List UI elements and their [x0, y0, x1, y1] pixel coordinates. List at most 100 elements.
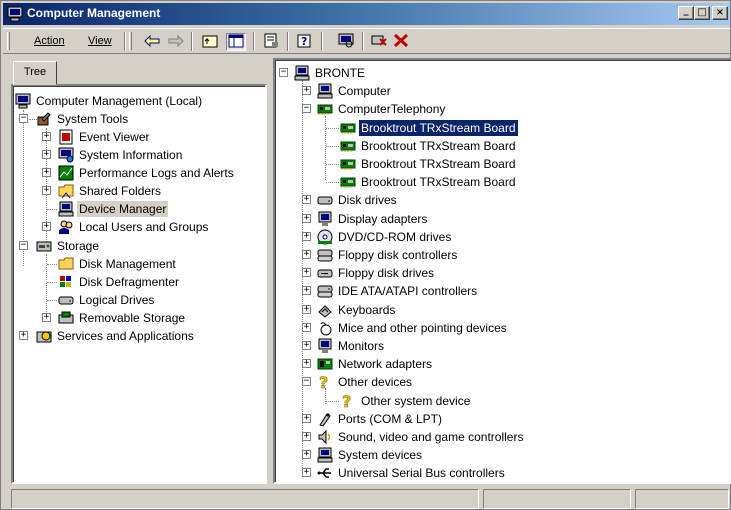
expander-removable-storage[interactable]: +	[42, 313, 51, 322]
toolbar-separator	[321, 32, 323, 51]
tree-item-removable-storage[interactable]: Removable Storage	[58, 309, 187, 327]
device-tree-item-ide-ata-atapi-controllers[interactable]: IDE ATA/ATAPI controllers	[317, 282, 479, 300]
tree-item-logical-drives[interactable]: Logical Drives	[58, 291, 156, 309]
toolbar-separator	[124, 32, 126, 51]
expander-mice-and-other-pointing-devices[interactable]: +	[302, 323, 311, 332]
device-tree-item-system-devices[interactable]: System devices	[317, 446, 424, 464]
expander-event-viewer[interactable]: +	[42, 132, 51, 141]
device-tree-item-network-adapters[interactable]: Network adapters	[317, 355, 434, 373]
expander-services-applications[interactable]: +	[19, 331, 28, 340]
device-tree-item-floppy-disk-controllers[interactable]: Floppy disk controllers	[317, 246, 459, 264]
menu-action[interactable]: Action	[34, 35, 65, 47]
device-tree-item-brooktrout-trxstream-board[interactable]: Brooktrout TRxStream Board	[340, 155, 518, 173]
tree-item-disk-management[interactable]: Disk Management	[58, 255, 178, 273]
up-one-level-button[interactable]	[200, 33, 220, 51]
device-tree-item-monitors[interactable]: Monitors	[317, 337, 386, 355]
device-tree-item-dvd-cd-rom-drives[interactable]: DVD/CD-ROM drives	[317, 228, 453, 246]
device-tree-item-disk-drives[interactable]: Disk drives	[317, 191, 399, 209]
tree-item-system-information[interactable]: System Information	[58, 146, 184, 164]
question-mark-icon: ?	[317, 374, 333, 390]
device-tree-item-keyboards[interactable]: Keyboards	[317, 301, 397, 319]
forward-button[interactable]	[166, 33, 186, 51]
device-tree-item-computertelephony[interactable]: ComputerTelephony	[317, 100, 447, 118]
help-icon: ?	[297, 33, 313, 51]
console-tree-pane[interactable]: Computer Management (Local) − System Too…	[11, 84, 267, 484]
device-tree-item-brooktrout-trxstream-board[interactable]: Brooktrout TRxStream Board	[340, 137, 518, 155]
tree-item-storage[interactable]: Storage	[36, 237, 101, 255]
cdrom-icon	[317, 229, 333, 245]
device-tree-item-other-devices[interactable]: ? Other devices	[317, 373, 414, 391]
expander-bronte[interactable]: −	[279, 68, 288, 77]
toolbar-grip[interactable]	[129, 32, 132, 50]
expander-other-devices[interactable]: −	[302, 377, 311, 386]
help-button[interactable]: ?	[295, 33, 315, 51]
tree-item-computer-management-local[interactable]: Computer Management (Local)	[15, 92, 204, 110]
board-icon	[340, 138, 356, 154]
device-tree-item-other-system-device[interactable]: ? Other system device	[340, 392, 472, 410]
expander-floppy-disk-drives[interactable]: +	[302, 268, 311, 277]
expander-ide-ata-atapi-controllers[interactable]: +	[302, 286, 311, 295]
scan-hardware-button[interactable]	[336, 33, 356, 51]
device-tree-item-computer[interactable]: Computer	[317, 82, 393, 100]
show-hide-tree-button[interactable]	[226, 33, 246, 51]
device-manager-icon	[58, 201, 74, 217]
computer-icon	[317, 83, 333, 99]
monitor-icon	[317, 338, 333, 354]
expander-system-tools[interactable]: −	[19, 114, 28, 123]
maximize-button[interactable]: □	[694, 6, 710, 20]
menu-view[interactable]: View	[88, 35, 112, 47]
disable-button[interactable]	[391, 33, 411, 51]
expander-computertelephony[interactable]: −	[302, 104, 311, 113]
properties-button[interactable]	[261, 33, 281, 51]
tree-item-local-users-and-groups[interactable]: Local Users and Groups	[58, 218, 210, 236]
device-tree-item-brooktrout-trxstream-board[interactable]: Brooktrout TRxStream Board	[340, 119, 519, 137]
tree-item-system-tools[interactable]: System Tools	[36, 110, 130, 128]
uninstall-button[interactable]	[369, 33, 389, 51]
expander-network-adapters[interactable]: +	[302, 359, 311, 368]
device-tree-item-brooktrout-trxstream-board[interactable]: Brooktrout TRxStream Board	[340, 173, 518, 191]
tree-item-device-manager[interactable]: Device Manager	[58, 200, 169, 218]
expander-dvd-cd-rom-drives[interactable]: +	[302, 232, 311, 241]
expander-display-adapters[interactable]: +	[302, 214, 311, 223]
title-bar[interactable]: Computer Management _ □ ×	[3, 3, 730, 25]
minimize-button[interactable]: _	[678, 6, 694, 20]
tab-tree[interactable]: Tree	[13, 61, 57, 85]
mouse-icon	[317, 320, 333, 336]
expander-system-devices[interactable]: +	[302, 450, 311, 459]
tree-item-event-viewer[interactable]: Event Viewer	[58, 128, 151, 146]
tree-item-disk-defragmenter[interactable]: Disk Defragmenter	[58, 273, 181, 291]
expander-keyboards[interactable]: +	[302, 305, 311, 314]
expander-ports-com-lpt-[interactable]: +	[302, 414, 311, 423]
disk-defragmenter-icon	[58, 274, 74, 290]
device-tree-item-ports-com-lpt[interactable]: Ports (COM & LPT)	[317, 410, 444, 428]
expander-disk-drives[interactable]: +	[302, 195, 311, 204]
computer-management-window: Computer Management _ □ × Action View ? …	[0, 0, 731, 510]
expander-sound-video-and-game-controllers[interactable]: +	[302, 432, 311, 441]
up-folder-icon	[202, 34, 218, 51]
device-tree-item-sound-video-and-game-controllers[interactable]: Sound, video and game controllers	[317, 428, 525, 446]
device-tree-item-mice-and-other-pointing-devices[interactable]: Mice and other pointing devices	[317, 319, 509, 337]
back-button[interactable]	[142, 33, 162, 51]
expander-performance-logs[interactable]: +	[42, 168, 51, 177]
tree-item-shared-folders[interactable]: Shared Folders	[58, 182, 163, 200]
status-bar	[11, 489, 730, 509]
tree-item-services-and-applications[interactable]: Services and Applications	[36, 327, 196, 345]
toolbar-grip[interactable]	[7, 32, 10, 50]
device-tree-item-universal-serial-bus-controllers[interactable]: Universal Serial Bus controllers	[317, 464, 507, 482]
properties-icon	[263, 33, 279, 51]
close-button[interactable]: ×	[712, 6, 728, 20]
device-tree-item-bronte[interactable]: BRONTE	[294, 64, 367, 82]
device-tree-pane[interactable]: − BRONTE + Computer − ComputerTelephony Brookt…	[273, 58, 731, 484]
expander-shared-folders[interactable]: +	[42, 186, 51, 195]
expander-universal-serial-bus-controllers[interactable]: +	[302, 468, 311, 477]
expander-storage[interactable]: −	[19, 241, 28, 250]
expander-computer[interactable]: +	[302, 86, 311, 95]
expander-floppy-disk-controllers[interactable]: +	[302, 250, 311, 259]
device-tree-item-display-adapters[interactable]: Display adapters	[317, 210, 429, 228]
tree-item-performance-logs-and-alerts[interactable]: Performance Logs and Alerts	[58, 164, 236, 182]
expander-system-information[interactable]: +	[42, 150, 51, 159]
expander-local-users[interactable]: +	[42, 222, 51, 231]
svg-text:?: ?	[319, 374, 328, 390]
expander-monitors[interactable]: +	[302, 341, 311, 350]
device-tree-item-floppy-disk-drives[interactable]: Floppy disk drives	[317, 264, 436, 282]
